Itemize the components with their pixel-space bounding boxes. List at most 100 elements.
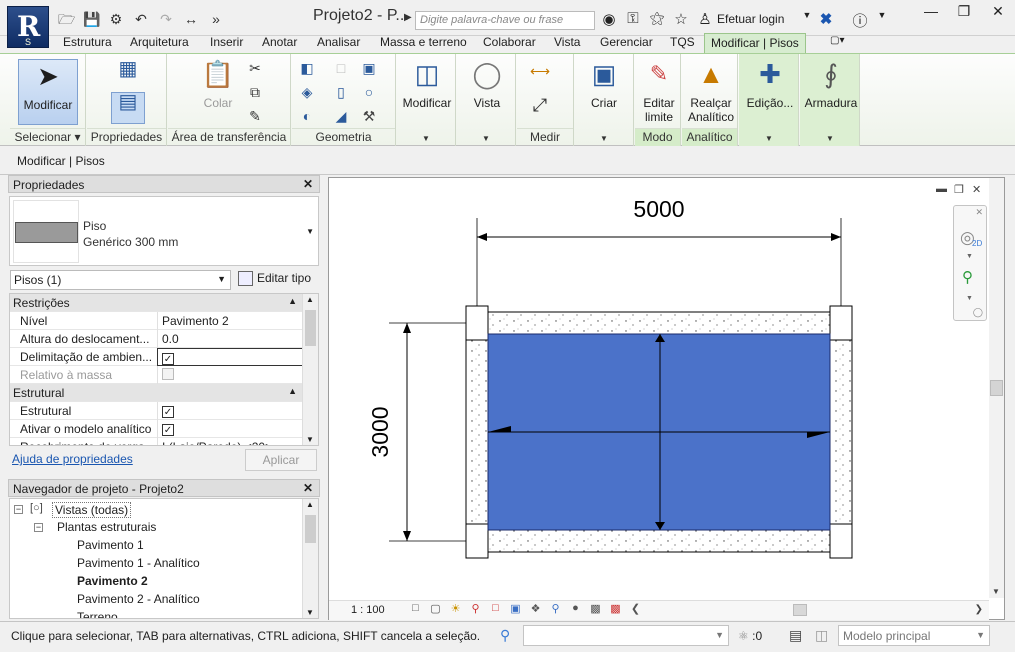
key-icon[interactable]: ⚿: [624, 10, 642, 28]
measure-distance-icon[interactable]: ⟷: [523, 62, 557, 80]
hammer-icon[interactable]: ⚒: [360, 107, 378, 125]
sun-path-icon[interactable]: ☀: [447, 602, 464, 619]
copy-icon[interactable]: ⧉: [246, 83, 264, 101]
sign-in-button[interactable]: Efetuar login: [717, 12, 784, 26]
worksets-icon[interactable]: ⚲: [500, 627, 510, 644]
cope-icon[interactable]: ◧: [298, 59, 316, 77]
property-row[interactable]: Delimitação de ambien... ✓: [10, 348, 303, 366]
edicao-button[interactable]: ✚ Edição...: [743, 58, 797, 111]
redo-icon[interactable]: ↷: [158, 11, 174, 27]
structural-checkbox[interactable]: ✓: [162, 406, 174, 418]
property-row[interactable]: Recobrimento de verga...I (Laje/Parede) …: [10, 438, 303, 445]
exchange-apps-icon[interactable]: ✖: [817, 10, 835, 28]
criar-button[interactable]: ▣ Criar: [581, 58, 627, 111]
property-row[interactable]: Nível Pavimento 2: [10, 312, 303, 330]
chevron-down-icon[interactable]: ▼: [966, 253, 973, 260]
modificar-tools-button[interactable]: ◫ Modificar: [400, 58, 454, 111]
properties-palette-icon[interactable]: ▤: [111, 92, 145, 124]
criar-dropdown-icon[interactable]: ▼: [600, 134, 608, 143]
edicao-dropdown-icon[interactable]: ▼: [765, 134, 773, 143]
view-scale[interactable]: 1 : 100: [351, 604, 385, 616]
modificar-dropdown-icon[interactable]: ▼: [422, 134, 430, 143]
minimize-button[interactable]: —: [914, 0, 948, 22]
properties-help-link[interactable]: Ajuda de propriedades: [12, 452, 133, 466]
tab-analisar[interactable]: Analisar: [317, 35, 360, 49]
panel-label-selecionar[interactable]: Selecionar ▾: [10, 128, 85, 146]
close-button[interactable]: ✕: [981, 0, 1015, 22]
help-dropdown-icon[interactable]: ▼: [873, 10, 891, 28]
apply-button[interactable]: Aplicar: [245, 449, 317, 471]
property-row[interactable]: Ativar o modelo analítico ✓: [10, 420, 303, 438]
armadura-dropdown-icon[interactable]: ▼: [826, 134, 834, 143]
properties-scrollbar[interactable]: ▲ ▼: [302, 294, 318, 445]
tab-anotar[interactable]: Anotar: [262, 35, 297, 49]
reveal-hidden-icon[interactable]: ⚲: [547, 602, 564, 619]
design-option-select[interactable]: Modelo principal ▼: [838, 625, 990, 646]
aligned-dimension-icon[interactable]: ⤢: [523, 96, 557, 114]
dimension-text-horizontal[interactable]: 5000: [633, 196, 684, 222]
ribbon-minimize-icon[interactable]: ▢▾: [830, 35, 844, 46]
search-expand-icon[interactable]: ▶: [404, 12, 414, 29]
tree-node[interactable]: Plantas estruturais: [57, 520, 156, 534]
paint-icon[interactable]: ○: [360, 83, 378, 101]
type-selector[interactable]: Piso Genérico 300 mm ▼: [9, 196, 319, 266]
workset-select[interactable]: ▼: [523, 625, 729, 646]
type-properties-icon[interactable]: ▦: [115, 59, 141, 86]
tab-estrutura[interactable]: Estrutura: [63, 35, 112, 49]
cut-geometry-icon[interactable]: □: [332, 59, 350, 77]
modificar-select-button[interactable]: ➤ Modificar: [18, 59, 78, 125]
tab-colaborar[interactable]: Colaborar: [483, 35, 536, 49]
horizontal-scrollbar-thumb[interactable]: [793, 604, 807, 616]
section-restricoes[interactable]: Restrições ▲: [10, 294, 303, 312]
match-properties-icon[interactable]: ✎: [246, 107, 264, 125]
view-vertical-scrollbar[interactable]: ▼: [989, 178, 1004, 598]
tab-arquitetura[interactable]: Arquitetura: [130, 35, 189, 49]
more-icon[interactable]: »: [208, 11, 224, 27]
scroll-left-icon[interactable]: ❮: [627, 602, 644, 619]
save-icon[interactable]: 💾: [83, 11, 100, 27]
join-icon[interactable]: ▣: [360, 59, 378, 77]
room-bounding-checkbox[interactable]: ✓: [162, 353, 174, 365]
user-icon[interactable]: ♙: [696, 10, 714, 28]
help-icon[interactable]: ⓘ: [851, 10, 869, 30]
tree-node[interactable]: Pavimento 1 - Analítico: [77, 556, 200, 570]
tab-tqs[interactable]: TQS: [670, 35, 695, 49]
binoculars-icon[interactable]: ◉: [600, 10, 618, 28]
analytical-model-icon[interactable]: ●: [567, 602, 584, 619]
split-face-icon[interactable]: ▯: [332, 83, 350, 101]
tab-inserir[interactable]: Inserir: [210, 35, 243, 49]
reveal-constraints-icon[interactable]: ▩: [607, 602, 624, 619]
editing-requests-icon[interactable]: ▤: [789, 627, 802, 644]
tab-vista[interactable]: Vista: [554, 35, 580, 49]
highlight-displacement-icon[interactable]: ▩: [587, 602, 604, 619]
chevron-down-icon[interactable]: ▼: [798, 10, 816, 28]
editar-limite-button[interactable]: ✎ Editar limite: [638, 58, 680, 124]
tree-node[interactable]: Pavimento 2 - Analítico: [77, 592, 200, 606]
tab-modificar-pisos[interactable]: Modificar | Pisos: [704, 33, 806, 54]
crop-view-icon[interactable]: □: [487, 602, 504, 619]
open-icon[interactable]: 🗁: [58, 11, 75, 27]
close-nav-icon[interactable]: ✕: [975, 207, 983, 218]
filter-icon[interactable]: ⚛: [738, 629, 749, 643]
scrollbar-thumb[interactable]: [990, 380, 1003, 396]
design-options-icon[interactable]: ◫: [815, 627, 828, 644]
property-row[interactable]: Altura do deslocament... 0.0: [10, 330, 303, 348]
instance-filter-select[interactable]: Pisos (1) ▼: [10, 270, 231, 290]
nav-options-icon[interactable]: ◯: [973, 307, 983, 318]
property-row[interactable]: Estrutural ✓: [10, 402, 303, 420]
browser-scrollbar[interactable]: ▲ ▼: [302, 499, 318, 618]
tab-gerenciar[interactable]: Gerenciar: [600, 35, 653, 49]
shadows-icon[interactable]: ⚲: [467, 602, 484, 619]
wall-joins-icon[interactable]: ◈: [298, 83, 316, 101]
measure-icon[interactable]: ↔: [183, 11, 199, 27]
scroll-right-icon[interactable]: ❯: [975, 604, 983, 615]
analytical-model-checkbox[interactable]: ✓: [162, 424, 174, 436]
realcar-analitico-button[interactable]: ▲ Realçar Analítico: [684, 58, 738, 125]
show-crop-icon[interactable]: ▣: [507, 602, 524, 619]
vista-button[interactable]: ◯ Vista: [465, 58, 509, 111]
tab-massa-terreno[interactable]: Massa e terreno: [380, 35, 467, 49]
sync-icon[interactable]: ⚙: [108, 11, 124, 27]
collapse-node-icon[interactable]: −: [34, 523, 43, 532]
vista-dropdown-icon[interactable]: ▼: [482, 134, 490, 143]
section-estrutural[interactable]: Estrutural ▲: [10, 384, 303, 402]
